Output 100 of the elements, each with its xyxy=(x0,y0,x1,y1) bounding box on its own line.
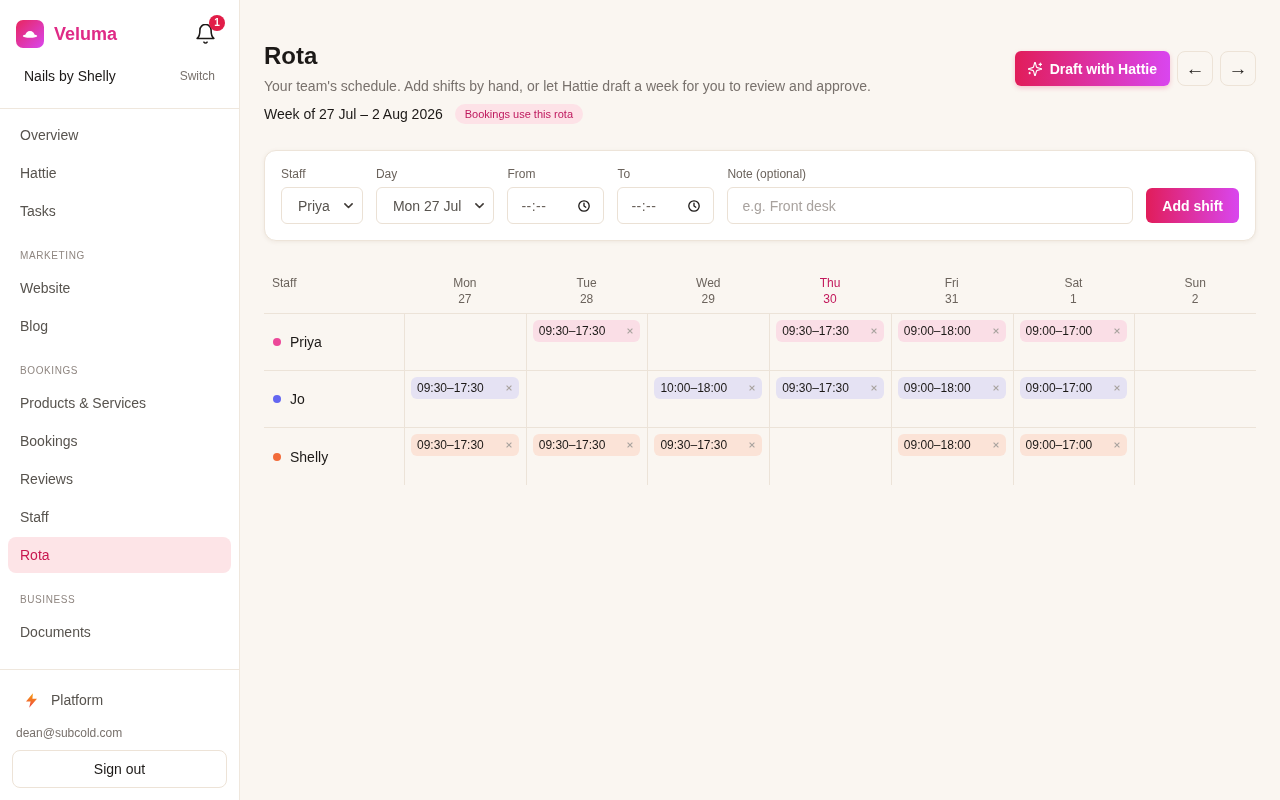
day-name: Thu xyxy=(819,275,841,291)
close-icon[interactable] xyxy=(627,328,634,334)
day-date: 30 xyxy=(823,291,837,307)
shift-chip[interactable]: 09:00–17:00 xyxy=(1019,320,1128,342)
shift-chip[interactable]: 09:00–18:00 xyxy=(897,434,1006,456)
shift-chip[interactable]: 09:00–18:00 xyxy=(897,377,1006,399)
shift-chip[interactable]: 09:00–17:00 xyxy=(1019,434,1128,456)
shift-time: 10:00–18:00 xyxy=(660,381,728,395)
field-label: Staff xyxy=(281,166,306,182)
shift-chip[interactable]: 09:30–17:30 xyxy=(411,434,519,456)
nav-item[interactable]: Bookings xyxy=(8,423,231,459)
account-email: dean@subcold.com xyxy=(15,725,124,741)
close-icon[interactable] xyxy=(749,442,756,448)
close-icon[interactable] xyxy=(1114,385,1121,391)
nav-item[interactable]: Staff xyxy=(8,499,231,535)
close-icon[interactable] xyxy=(627,442,634,448)
time-field[interactable]: --:-- xyxy=(617,187,715,224)
shift-time: 09:30–17:30 xyxy=(538,324,606,338)
shift-time: 09:30–17:30 xyxy=(660,438,728,452)
clock-icon[interactable] xyxy=(578,199,591,212)
day-name: Fri xyxy=(944,275,959,291)
close-icon[interactable] xyxy=(870,385,877,391)
nav-item[interactable]: Reviews xyxy=(8,461,231,497)
add-shift-button[interactable]: Add shift xyxy=(1146,188,1239,223)
shift-time: 09:30–17:30 xyxy=(417,438,484,452)
info-badge: Bookings use this rota xyxy=(454,104,583,124)
nav-item[interactable]: Products & Services xyxy=(8,385,231,421)
close-icon[interactable] xyxy=(992,385,999,391)
shift-chip[interactable]: 09:30–17:30 xyxy=(411,377,519,399)
day-date: 27 xyxy=(458,291,472,307)
shift-chip[interactable]: 09:30–17:30 xyxy=(654,434,763,456)
shift-time: 09:00–18:00 xyxy=(903,324,971,338)
next-week-button[interactable]: → xyxy=(1220,51,1256,86)
shift-chip[interactable]: 09:30–17:30 xyxy=(532,434,641,456)
day-name: Mon xyxy=(453,275,477,291)
nav-item[interactable]: Hattie xyxy=(8,155,231,191)
page-subtitle: Your team's schedule. Add shifts by hand, or let Hattie draft a week for you to review and approve. xyxy=(264,77,871,96)
shift-chip[interactable]: 09:30–17:30 xyxy=(532,320,641,342)
day-date: 31 xyxy=(945,291,959,307)
nav-item[interactable]: Rota xyxy=(8,537,231,573)
day-name: Wed xyxy=(696,275,721,291)
brand-name: Veluma xyxy=(54,23,118,45)
section-heading: BOOKINGS xyxy=(19,364,80,378)
nav-item[interactable]: Tasks xyxy=(8,193,231,229)
notification-badge: 1 xyxy=(209,15,225,31)
close-icon[interactable] xyxy=(749,385,756,391)
sparkles-icon xyxy=(1027,61,1042,76)
day-name: Sat xyxy=(1064,275,1083,291)
select-field[interactable]: Mon 27 Jul xyxy=(375,187,495,224)
day-date: 1 xyxy=(1070,291,1077,307)
bell-icon[interactable] xyxy=(196,24,215,44)
close-icon[interactable] xyxy=(870,328,877,334)
shift-chip[interactable]: 09:30–17:30 xyxy=(776,320,884,342)
shift-chip[interactable]: 09:30–17:30 xyxy=(776,377,884,399)
section-heading: MARKETING xyxy=(19,249,86,263)
nav-item[interactable]: Blog xyxy=(8,308,231,344)
shift-time: 09:30–17:30 xyxy=(782,324,849,338)
time-field[interactable]: --:-- xyxy=(507,187,605,224)
previous-week-button[interactable]: ← xyxy=(1177,51,1213,86)
staff-name: Priya xyxy=(290,334,322,350)
nav-item[interactable]: Website xyxy=(8,270,231,306)
platform-link[interactable]: Platform xyxy=(12,682,227,718)
clock-icon[interactable] xyxy=(688,199,701,212)
day-name: Tue xyxy=(576,275,597,291)
field-label: Note (optional) xyxy=(727,166,807,182)
shift-chip[interactable]: 09:00–18:00 xyxy=(897,320,1006,342)
shift-chip[interactable]: 10:00–18:00 xyxy=(654,377,763,399)
switch-button[interactable]: Switch xyxy=(179,69,215,83)
day-date: 2 xyxy=(1191,291,1199,307)
shift-time: 09:30–17:30 xyxy=(417,381,484,395)
section-heading: BUSINESS xyxy=(19,593,77,607)
shift-time: 09:00–18:00 xyxy=(903,381,971,395)
field-label: From xyxy=(507,166,536,182)
staff-name: Jo xyxy=(290,391,305,407)
nav-item[interactable]: Overview xyxy=(8,117,231,153)
staff-name: Shelly xyxy=(290,448,329,465)
hat-icon xyxy=(16,20,44,48)
shift-time: 09:00–18:00 xyxy=(903,438,971,452)
shift-chip[interactable]: 09:00–17:00 xyxy=(1019,377,1128,399)
close-icon[interactable] xyxy=(1114,328,1121,334)
chevron-down-icon xyxy=(343,202,353,209)
page-title: Rota xyxy=(264,41,318,71)
close-icon[interactable] xyxy=(505,442,512,448)
workspace-name: Nails by Shelly xyxy=(24,68,116,84)
select-field[interactable]: Priya xyxy=(281,187,363,224)
close-icon[interactable] xyxy=(992,442,999,448)
close-icon[interactable] xyxy=(505,385,512,391)
day-name: Sun xyxy=(1184,275,1206,291)
draft-with-hattie-button[interactable]: Draft with Hattie xyxy=(1014,51,1170,86)
sign-out-button[interactable]: Sign out xyxy=(12,750,227,788)
close-icon[interactable] xyxy=(1114,442,1121,448)
close-icon[interactable] xyxy=(992,328,999,334)
shift-time: 09:00–17:00 xyxy=(1025,324,1093,338)
shift-time: 09:30–17:30 xyxy=(782,381,849,395)
day-date: 28 xyxy=(579,291,594,307)
nav-item[interactable]: Documents xyxy=(8,614,231,650)
column-heading: Staff xyxy=(272,275,297,291)
note-field[interactable]: e.g. Front desk xyxy=(727,187,1134,224)
lightning-icon xyxy=(26,692,37,708)
shift-time: 09:30–17:30 xyxy=(538,438,606,452)
